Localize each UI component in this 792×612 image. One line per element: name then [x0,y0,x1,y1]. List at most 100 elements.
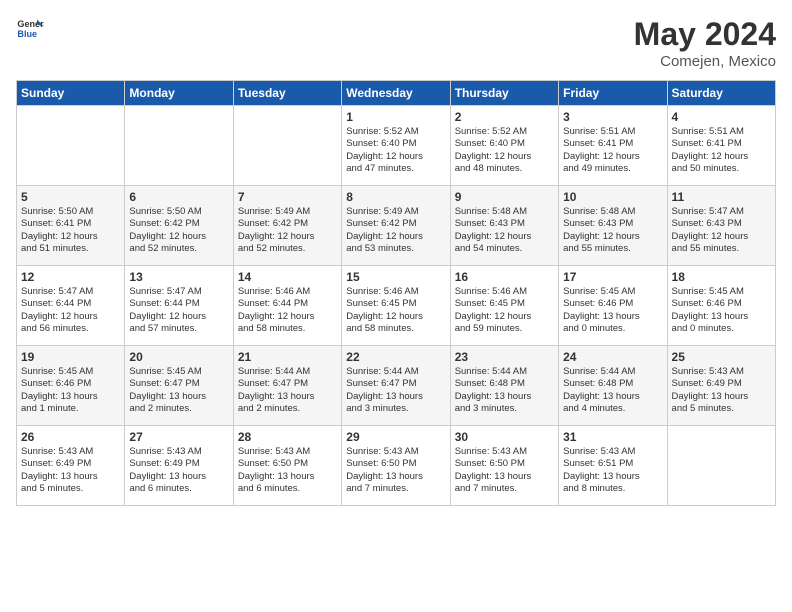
logo-icon: General Blue [16,16,44,44]
calendar-cell: 7 Sunrise: 5:49 AM Sunset: 6:42 PM Daylig… [233,186,341,266]
day-content: Sunrise: 5:45 AM Sunset: 6:47 PM Dayligh… [129,366,228,415]
calendar-cell: 9 Sunrise: 5:48 AM Sunset: 6:43 PM Daylig… [450,186,558,266]
weekday-friday: Friday [559,81,667,106]
day-number: 1 [346,110,445,124]
calendar-cell: 23 Sunrise: 5:44 AM Sunset: 6:48 PM Dayli… [450,346,558,426]
calendar-cell: 12 Sunrise: 5:47 AM Sunset: 6:44 PM Dayli… [17,266,125,346]
weekday-tuesday: Tuesday [233,81,341,106]
calendar-cell: 31Sunrise: 5:43 AM Sunset: 6:51 PM Dayli… [559,426,667,506]
day-content: Sunrise: 5:46 AM Sunset: 6:45 PM Dayligh… [455,286,554,335]
calendar-cell: 20Sunrise: 5:45 AM Sunset: 6:47 PM Dayli… [125,346,233,426]
weekday-saturday: Saturday [667,81,775,106]
calendar-cell: 22 Sunrise: 5:44 AM Sunset: 6:47 PM Dayli… [342,346,450,426]
day-content: Sunrise: 5:50 AM Sunset: 6:42 PM Dayligh… [129,206,228,255]
calendar-cell [233,106,341,186]
day-content: Sunrise: 5:46 AM Sunset: 6:45 PM Dayligh… [346,286,445,335]
day-number: 4 [672,110,771,124]
day-number: 21 [238,350,337,364]
calendar-table: SundayMondayTuesdayWednesdayThursdayFrid… [16,80,776,506]
day-content: Sunrise: 5:46 AM Sunset: 6:44 PM Dayligh… [238,286,337,335]
day-content: Sunrise: 5:51 AM Sunset: 6:41 PM Dayligh… [672,126,771,175]
calendar-cell: 4 Sunrise: 5:51 AM Sunset: 6:41 PM Daylig… [667,106,775,186]
calendar-body: 1 Sunrise: 5:52 AM Sunset: 6:40 PM Daylig… [17,106,776,506]
calendar-week-2: 5 Sunrise: 5:50 AM Sunset: 6:41 PM Daylig… [17,186,776,266]
day-number: 6 [129,190,228,204]
calendar-week-5: 26 Sunrise: 5:43 AM Sunset: 6:49 PM Dayli… [17,426,776,506]
calendar-cell: 2 Sunrise: 5:52 AM Sunset: 6:40 PM Daylig… [450,106,558,186]
day-content: Sunrise: 5:43 AM Sunset: 6:49 PM Dayligh… [129,446,228,495]
day-content: Sunrise: 5:50 AM Sunset: 6:41 PM Dayligh… [21,206,120,255]
logo: General Blue [16,16,44,44]
day-content: Sunrise: 5:48 AM Sunset: 6:43 PM Dayligh… [455,206,554,255]
day-content: Sunrise: 5:52 AM Sunset: 6:40 PM Dayligh… [455,126,554,175]
calendar-cell: 15 Sunrise: 5:46 AM Sunset: 6:45 PM Dayli… [342,266,450,346]
calendar-week-1: 1 Sunrise: 5:52 AM Sunset: 6:40 PM Daylig… [17,106,776,186]
day-number: 22 [346,350,445,364]
calendar-cell: 8Sunrise: 5:49 AM Sunset: 6:42 PM Daylig… [342,186,450,266]
calendar-cell: 11Sunrise: 5:47 AM Sunset: 6:43 PM Dayli… [667,186,775,266]
page-header: General Blue May 2024 Comejen, Mexico [16,16,776,70]
day-number: 12 [21,270,120,284]
day-number: 30 [455,430,554,444]
day-number: 15 [346,270,445,284]
calendar-cell: 29 Sunrise: 5:43 AM Sunset: 6:50 PM Dayli… [342,426,450,506]
calendar-cell: 30 Sunrise: 5:43 AM Sunset: 6:50 PM Dayli… [450,426,558,506]
weekday-wednesday: Wednesday [342,81,450,106]
day-number: 14 [238,270,337,284]
calendar-cell [17,106,125,186]
calendar-cell: 19 Sunrise: 5:45 AM Sunset: 6:46 PM Dayli… [17,346,125,426]
day-number: 24 [563,350,662,364]
calendar-cell: 25 Sunrise: 5:43 AM Sunset: 6:49 PM Dayli… [667,346,775,426]
weekday-thursday: Thursday [450,81,558,106]
calendar-cell: 28 Sunrise: 5:43 AM Sunset: 6:50 PM Dayli… [233,426,341,506]
day-number: 23 [455,350,554,364]
calendar-cell: 18Sunrise: 5:45 AM Sunset: 6:46 PM Dayli… [667,266,775,346]
calendar-cell: 13Sunrise: 5:47 AM Sunset: 6:44 PM Dayli… [125,266,233,346]
day-number: 25 [672,350,771,364]
day-number: 7 [238,190,337,204]
day-content: Sunrise: 5:51 AM Sunset: 6:41 PM Dayligh… [563,126,662,175]
day-content: Sunrise: 5:43 AM Sunset: 6:51 PM Dayligh… [563,446,662,495]
day-number: 26 [21,430,120,444]
calendar-cell: 16 Sunrise: 5:46 AM Sunset: 6:45 PM Dayli… [450,266,558,346]
day-content: Sunrise: 5:43 AM Sunset: 6:49 PM Dayligh… [672,366,771,415]
day-number: 29 [346,430,445,444]
month-year: May 2024 [634,16,776,53]
day-number: 2 [455,110,554,124]
calendar-cell: 10Sunrise: 5:48 AM Sunset: 6:43 PM Dayli… [559,186,667,266]
day-content: Sunrise: 5:44 AM Sunset: 6:48 PM Dayligh… [563,366,662,415]
day-content: Sunrise: 5:49 AM Sunset: 6:42 PM Dayligh… [238,206,337,255]
calendar-cell: 17Sunrise: 5:45 AM Sunset: 6:46 PM Dayli… [559,266,667,346]
day-number: 5 [21,190,120,204]
day-content: Sunrise: 5:45 AM Sunset: 6:46 PM Dayligh… [563,286,662,335]
day-number: 16 [455,270,554,284]
day-content: Sunrise: 5:43 AM Sunset: 6:50 PM Dayligh… [346,446,445,495]
calendar-cell: 3 Sunrise: 5:51 AM Sunset: 6:41 PM Daylig… [559,106,667,186]
calendar-cell: 24 Sunrise: 5:44 AM Sunset: 6:48 PM Dayli… [559,346,667,426]
day-number: 28 [238,430,337,444]
calendar-week-3: 12 Sunrise: 5:47 AM Sunset: 6:44 PM Dayli… [17,266,776,346]
day-content: Sunrise: 5:43 AM Sunset: 6:50 PM Dayligh… [455,446,554,495]
day-number: 3 [563,110,662,124]
day-number: 27 [129,430,228,444]
weekday-sunday: Sunday [17,81,125,106]
day-number: 9 [455,190,554,204]
calendar-cell: 26 Sunrise: 5:43 AM Sunset: 6:49 PM Dayli… [17,426,125,506]
calendar-cell: 21Sunrise: 5:44 AM Sunset: 6:47 PM Dayli… [233,346,341,426]
calendar-cell [125,106,233,186]
day-content: Sunrise: 5:43 AM Sunset: 6:50 PM Dayligh… [238,446,337,495]
day-content: Sunrise: 5:44 AM Sunset: 6:47 PM Dayligh… [346,366,445,415]
calendar-cell [667,426,775,506]
day-number: 11 [672,190,771,204]
weekday-header-row: SundayMondayTuesdayWednesdayThursdayFrid… [17,81,776,106]
day-content: Sunrise: 5:44 AM Sunset: 6:48 PM Dayligh… [455,366,554,415]
day-content: Sunrise: 5:45 AM Sunset: 6:46 PM Dayligh… [21,366,120,415]
day-content: Sunrise: 5:47 AM Sunset: 6:44 PM Dayligh… [21,286,120,335]
day-content: Sunrise: 5:43 AM Sunset: 6:49 PM Dayligh… [21,446,120,495]
title-block: May 2024 Comejen, Mexico [634,16,776,70]
day-number: 19 [21,350,120,364]
day-content: Sunrise: 5:47 AM Sunset: 6:44 PM Dayligh… [129,286,228,335]
calendar-week-4: 19 Sunrise: 5:45 AM Sunset: 6:46 PM Dayli… [17,346,776,426]
calendar-cell: 6 Sunrise: 5:50 AM Sunset: 6:42 PM Daylig… [125,186,233,266]
weekday-monday: Monday [125,81,233,106]
